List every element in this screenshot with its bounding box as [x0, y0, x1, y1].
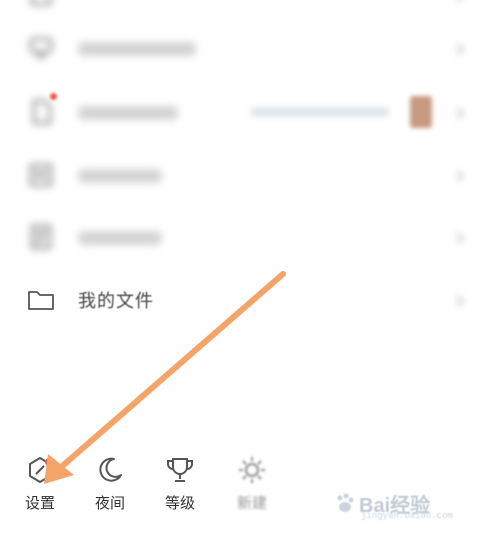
row-label: [78, 104, 178, 120]
folder-icon: [26, 285, 56, 315]
level-label: 等级: [164, 494, 195, 512]
monitor-icon: [26, 33, 56, 63]
notification-dot: [50, 93, 57, 100]
chevron-right-icon: [453, 0, 467, 2]
chevron-right-icon: [453, 293, 467, 307]
chevron-right-icon: [453, 168, 467, 182]
row-icon: [26, 0, 56, 10]
thumbnail-image: [410, 96, 432, 128]
sun-icon: [224, 450, 280, 490]
settings-hex-icon: [12, 450, 68, 490]
night-mode-button[interactable]: 夜间: [82, 450, 138, 513]
menu-row-1[interactable]: [0, 23, 485, 73]
settings-label: 设置: [24, 494, 55, 512]
menu-row-2[interactable]: [0, 87, 485, 137]
notes-icon: [26, 222, 56, 252]
new-label: 新建: [236, 494, 267, 512]
settings-button[interactable]: 设置: [12, 450, 68, 513]
menu-row-3[interactable]: [0, 150, 485, 200]
chevron-right-icon: [453, 105, 467, 119]
new-button[interactable]: 新建: [224, 450, 280, 513]
chevron-right-icon: [453, 230, 467, 244]
level-button[interactable]: 等级: [152, 450, 208, 513]
menu-row-top-partial[interactable]: [0, 0, 485, 20]
document-icon: [26, 97, 56, 127]
menu-row-my-files[interactable]: 我的文件: [0, 275, 485, 325]
night-mode-label: 夜间: [94, 494, 125, 512]
trophy-icon: [152, 450, 208, 490]
row-label: [78, 167, 162, 183]
row-value: [250, 107, 390, 117]
row-label: [78, 40, 198, 56]
menu-row-4[interactable]: [0, 212, 485, 262]
list-box-icon: [26, 160, 56, 190]
baidu-watermark-logo: Bai经验 jingyan.baidu.com: [337, 485, 465, 525]
chevron-right-icon: [453, 41, 467, 55]
row-label: 我的文件: [78, 291, 154, 312]
row-label: [78, 229, 162, 245]
moon-icon: [82, 450, 138, 490]
